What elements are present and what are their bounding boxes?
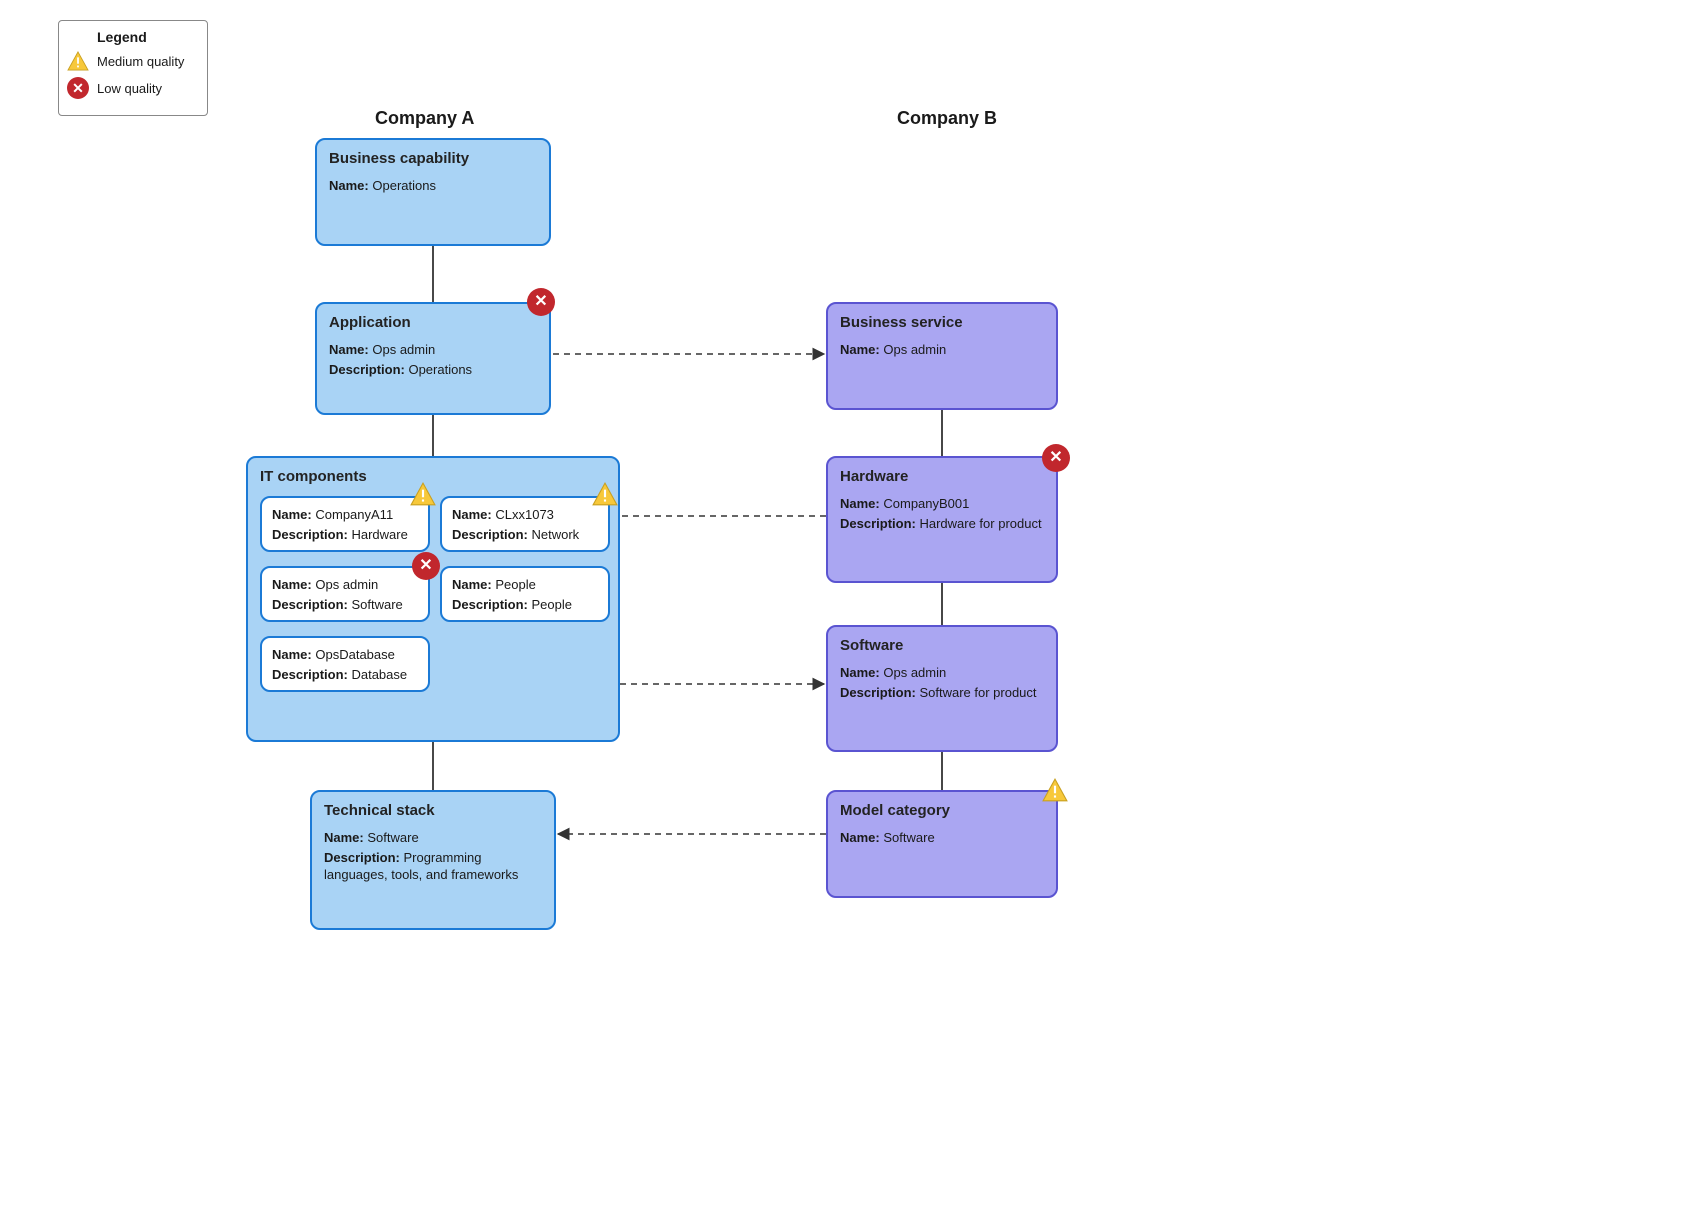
node-business-capability: Business capability Name: Operations — [315, 138, 551, 246]
desc-label: Description: — [452, 597, 528, 612]
node-title: Model category — [840, 802, 1044, 819]
name-label: Name: — [329, 342, 369, 357]
low-quality-badge: ✕ — [1042, 444, 1070, 472]
medium-quality-badge — [1042, 778, 1068, 805]
name-label: Name: — [840, 342, 880, 357]
name-value: CompanyB001 — [883, 496, 969, 511]
name-label: Name: — [272, 507, 312, 522]
it-component-database: Name: OpsDatabase Description: Database — [260, 636, 430, 692]
warning-triangle-icon — [592, 482, 618, 506]
desc-value: Hardware for product — [919, 516, 1041, 531]
error-x-icon: ✕ — [67, 77, 89, 99]
medium-quality-badge — [410, 482, 436, 509]
name-value: OpsDatabase — [315, 647, 395, 662]
warning-triangle-icon — [1042, 778, 1068, 802]
error-x-icon: ✕ — [1042, 444, 1070, 472]
desc-label: Description: — [324, 850, 400, 865]
name-label: Name: — [840, 665, 880, 680]
desc-label: Description: — [840, 516, 916, 531]
name-label: Name: — [272, 577, 312, 592]
it-component-hardware: Name: CompanyA11 Description: Hardware — [260, 496, 430, 552]
desc-value: People — [531, 597, 571, 612]
low-quality-badge: ✕ — [527, 288, 555, 316]
column-heading-b: Company B — [897, 108, 997, 129]
node-business-service: Business service Name: Ops admin — [826, 302, 1058, 410]
low-quality-badge: ✕ — [412, 552, 440, 580]
name-label: Name: — [329, 178, 369, 193]
desc-label: Description: — [272, 597, 348, 612]
legend-row-low: ✕ Low quality — [67, 77, 199, 99]
node-title: Hardware — [840, 468, 1044, 485]
desc-label: Description: — [840, 685, 916, 700]
desc-value: Network — [531, 527, 579, 542]
node-title: Business capability — [329, 150, 537, 167]
it-component-network: Name: CLxx1073 Description: Network — [440, 496, 610, 552]
node-title: Business service — [840, 314, 1044, 331]
desc-label: Description: — [452, 527, 528, 542]
node-model-category: Model category Name: Software — [826, 790, 1058, 898]
desc-value: Software for product — [919, 685, 1036, 700]
desc-label: Description: — [329, 362, 405, 377]
error-x-icon: ✕ — [412, 552, 440, 580]
name-value: People — [495, 577, 535, 592]
name-value: Ops admin — [883, 665, 946, 680]
name-value: CompanyA11 — [315, 507, 393, 522]
it-component-software: Name: Ops admin Description: Software — [260, 566, 430, 622]
name-value: Ops admin — [883, 342, 946, 357]
name-value: Software — [367, 830, 418, 845]
name-label: Name: — [840, 830, 880, 845]
desc-value: Software — [351, 597, 402, 612]
name-label: Name: — [840, 496, 880, 511]
name-label: Name: — [272, 647, 312, 662]
name-value: Ops admin — [315, 577, 378, 592]
node-software: Software Name: Ops admin Description: So… — [826, 625, 1058, 752]
desc-label: Description: — [272, 667, 348, 682]
node-title: Application — [329, 314, 537, 331]
legend-medium-label: Medium quality — [97, 54, 184, 69]
column-heading-a: Company A — [375, 108, 474, 129]
name-label: Name: — [324, 830, 364, 845]
medium-quality-badge — [592, 482, 618, 509]
name-value: CLxx1073 — [495, 507, 554, 522]
node-hardware: Hardware Name: CompanyB001 Description: … — [826, 456, 1058, 583]
legend-low-label: Low quality — [97, 81, 162, 96]
desc-label: Description: — [272, 527, 348, 542]
it-component-people: Name: People Description: People — [440, 566, 610, 622]
warning-triangle-icon — [410, 482, 436, 506]
name-label: Name: — [452, 577, 492, 592]
legend-title: Legend — [97, 29, 199, 45]
node-application: Application Name: Ops admin Description:… — [315, 302, 551, 415]
name-value: Software — [883, 830, 934, 845]
legend-box: Legend Medium quality ✕ Low quality — [58, 20, 208, 116]
node-technical-stack: Technical stack Name: Software Descripti… — [310, 790, 556, 930]
desc-value: Operations — [408, 362, 472, 377]
desc-value: Hardware — [351, 527, 407, 542]
legend-row-medium: Medium quality — [67, 51, 199, 71]
diagram-canvas: Legend Medium quality ✕ Low quality Comp… — [0, 0, 1687, 1215]
desc-value: Database — [351, 667, 407, 682]
warning-triangle-icon — [67, 51, 89, 71]
name-value: Operations — [372, 178, 436, 193]
node-title: Software — [840, 637, 1044, 654]
node-title: Technical stack — [324, 802, 542, 819]
error-x-icon: ✕ — [527, 288, 555, 316]
name-value: Ops admin — [372, 342, 435, 357]
name-label: Name: — [452, 507, 492, 522]
